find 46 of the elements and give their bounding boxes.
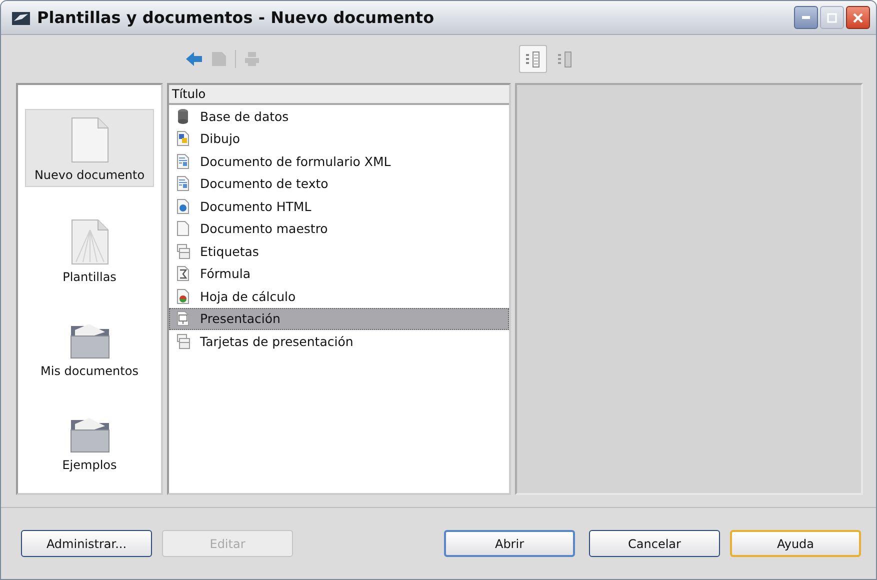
close-button[interactable] [846, 6, 870, 29]
list-item[interactable]: Documento HTML [169, 195, 509, 218]
dialog-button[interactable]: Ayuda [730, 530, 861, 557]
sidebar-item[interactable]: Mis documentos [25, 313, 154, 383]
app-icon [11, 10, 31, 26]
sidebar-item[interactable]: Plantillas [25, 211, 154, 289]
minimize-button[interactable] [794, 6, 818, 29]
stacked-pages-icon [176, 242, 190, 260]
list-item[interactable]: Etiquetas [169, 240, 509, 262]
list-item[interactable]: Dibujo [169, 128, 509, 150]
sidebar-item[interactable]: Nuevo documento [25, 109, 154, 187]
list-view-icon [525, 50, 541, 68]
list-item[interactable]: Base de datos [169, 105, 509, 128]
details-view-button[interactable] [519, 45, 547, 73]
globe-document-icon [176, 198, 190, 215]
back-arrow-icon [185, 51, 203, 67]
dialog-button[interactable]: Abrir [444, 530, 575, 557]
list-item[interactable]: Presentación [169, 308, 509, 330]
list-item[interactable]: Fórmula [169, 262, 509, 285]
close-icon [852, 12, 864, 24]
minimize-icon [802, 16, 810, 19]
window-title: Plantillas y documentos - Nuevo documento [37, 8, 436, 27]
list-item[interactable]: Documento de formulario XML [169, 150, 509, 172]
text-document-icon [176, 152, 190, 170]
template-document-icon [70, 218, 110, 266]
list-item[interactable]: Tarjetas de presentación [169, 330, 509, 352]
maximize-icon [827, 12, 837, 22]
page-icon [211, 51, 227, 67]
dialog-button[interactable]: Cancelar [589, 530, 720, 557]
list-item[interactable]: Documento de texto [169, 172, 509, 195]
dialog-button: Editar [162, 530, 293, 557]
database-icon [176, 108, 190, 125]
column-header[interactable]: Título [169, 85, 509, 105]
text-document-icon [176, 175, 190, 192]
document-icon [176, 220, 190, 238]
sidebar-item[interactable]: Ejemplos [25, 407, 154, 477]
preview-pane-icon [557, 50, 573, 68]
slide-document-icon [176, 310, 190, 328]
list-item[interactable]: Documento maestro [169, 218, 509, 240]
chart-document-icon [176, 288, 190, 305]
stacked-pages-icon [176, 332, 190, 350]
list-item[interactable]: Hoja de cálculo [169, 285, 509, 308]
sigma-document-icon [176, 265, 190, 282]
dialog-button[interactable]: Administrar... [21, 530, 152, 557]
drawing-icon [176, 130, 190, 148]
document-icon [70, 116, 110, 164]
